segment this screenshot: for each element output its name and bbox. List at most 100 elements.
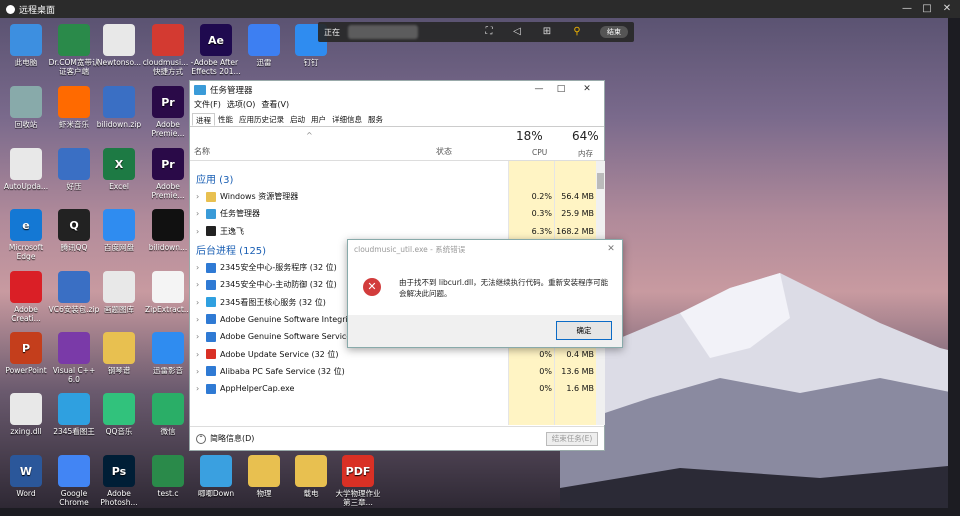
desktop-icon-label: Newtonso...: [96, 58, 142, 67]
file-icon: [10, 148, 42, 180]
process-memory: 1.6 MB: [566, 384, 594, 394]
taskmgr-maximize-button[interactable]: □: [554, 84, 568, 96]
desktop-icon[interactable]: 迅雷: [238, 24, 290, 84]
close-button[interactable]: ✕: [940, 2, 954, 16]
file-icon: [103, 24, 135, 56]
desktop-icon[interactable]: 此电脑: [0, 24, 52, 84]
end-session-button[interactable]: 结束: [600, 26, 628, 38]
process-cpu: 0%: [539, 349, 552, 359]
end-task-button[interactable]: 结束任务(E): [546, 432, 598, 446]
expand-chevron-icon[interactable]: ›: [196, 209, 206, 218]
file-icon: [103, 271, 135, 303]
desktop-icon[interactable]: Pr Adobe Premie...: [142, 86, 194, 146]
desktop-icon-label: Adobe After Effects 201...: [191, 58, 241, 76]
desktop-icon[interactable]: 唧唧Down: [190, 455, 242, 515]
desktop-icon[interactable]: Adobe Creati...: [0, 271, 52, 331]
column-name[interactable]: 名称: [194, 146, 210, 157]
process-row[interactable]: › 任务管理器 0.3% 25.9 MB: [190, 205, 596, 222]
process-cpu: 6.3%: [531, 226, 552, 236]
c-file-icon: [152, 455, 184, 487]
desktop-icon[interactable]: zxing.dll: [0, 393, 52, 453]
desktop-icon[interactable]: Newtonso...: [93, 24, 145, 84]
desktop-icon[interactable]: Ae Adobe After Effects 201...: [190, 24, 242, 84]
column-cpu[interactable]: CPU: [532, 148, 547, 157]
desktop-icon-label: Excel: [109, 182, 129, 191]
menu-view[interactable]: 查看(V): [261, 99, 289, 113]
dialog-close-button[interactable]: ✕: [606, 244, 616, 254]
minimize-button[interactable]: —: [900, 2, 914, 16]
tab-performance[interactable]: 性能: [215, 113, 236, 126]
desktop-icon[interactable]: 迅雷影音: [142, 332, 194, 392]
tab-app-history[interactable]: 应用历史记录: [236, 113, 287, 126]
qq-icon: Q: [58, 209, 90, 241]
desktop-icon[interactable]: Pr Adobe Premie...: [142, 148, 194, 208]
column-status[interactable]: 状态: [436, 146, 452, 157]
expand-chevron-icon[interactable]: ›: [196, 192, 206, 201]
menu-options[interactable]: 选项(O): [227, 99, 256, 113]
screenshot-icon[interactable]: ⊞: [540, 25, 554, 39]
dialog-footer: 确定: [348, 315, 622, 347]
taskmgr-minimize-button[interactable]: —: [532, 84, 546, 96]
expand-chevron-icon[interactable]: ›: [196, 298, 206, 307]
desktop-icon[interactable]: 物理: [238, 455, 290, 515]
desktop-icon-label: AutoUpda...: [3, 182, 49, 191]
fullscreen-icon[interactable]: ⛶: [482, 25, 496, 39]
process-cpu: 0%: [539, 384, 552, 394]
desktop-icon[interactable]: Ps Adobe Photosh...: [93, 455, 145, 515]
process-row[interactable]: › Alibaba PC Safe Service (32 位) 0% 13.6 MB: [190, 363, 596, 380]
process-row[interactable]: › 王逸飞 6.3% 168.2 MB: [190, 223, 596, 240]
desktop-icon[interactable]: QQ音乐: [93, 393, 145, 453]
desktop-icon[interactable]: 画题图库: [93, 271, 145, 331]
collapse-icon[interactable]: ⌃: [196, 433, 206, 444]
desktop-icon[interactable]: W Word: [0, 455, 52, 515]
creative-cloud-icon: [10, 271, 42, 303]
desktop-icon[interactable]: AutoUpda...: [0, 148, 52, 208]
expand-chevron-icon[interactable]: ›: [196, 315, 206, 324]
expand-chevron-icon[interactable]: ›: [196, 332, 206, 341]
process-icon: [206, 349, 216, 360]
expand-chevron-icon[interactable]: ›: [196, 350, 206, 359]
ok-button[interactable]: 确定: [556, 321, 612, 340]
desktop-icon[interactable]: bilidown...: [142, 209, 194, 269]
expand-chevron-icon[interactable]: ›: [196, 367, 206, 376]
group-apps: 应用 (3): [196, 175, 234, 186]
desktop-icon[interactable]: test.c: [142, 455, 194, 515]
scrollbar-thumb[interactable]: [597, 173, 604, 189]
desktop-icon[interactable]: X Excel: [93, 148, 145, 208]
kantu-icon: [58, 393, 90, 425]
process-row[interactable]: › Windows 资源管理器 0.2% 56.4 MB: [190, 188, 596, 205]
maximize-button[interactable]: □: [920, 2, 934, 16]
desktop-icon[interactable]: PDF 大学物理作业第三章...: [332, 455, 384, 515]
tab-users[interactable]: 用户: [308, 113, 329, 126]
drcom-icon: [58, 24, 90, 56]
fewer-details-link[interactable]: 简略信息(D): [210, 433, 254, 444]
pin-icon[interactable]: ⚲: [570, 25, 584, 39]
expand-chevron-icon[interactable]: ›: [196, 227, 206, 236]
desktop-icon[interactable]: ZipExtract...: [142, 271, 194, 331]
expand-chevron-icon[interactable]: ›: [196, 280, 206, 289]
tab-startup[interactable]: 启动: [287, 113, 308, 126]
desktop-icon[interactable]: 百度网盘: [93, 209, 145, 269]
volume-icon[interactable]: ◁: [510, 25, 524, 39]
computer-icon: [10, 24, 42, 56]
remote-desktop-icon: [6, 4, 15, 14]
desktop-icon[interactable]: 回收站: [0, 86, 52, 146]
tab-details[interactable]: 详细信息: [329, 113, 365, 126]
menu-file[interactable]: 文件(F): [194, 99, 221, 113]
expand-chevron-icon[interactable]: ›: [196, 263, 206, 272]
zip-icon: [58, 271, 90, 303]
chrome-icon: [58, 455, 90, 487]
tab-processes[interactable]: 进程: [192, 113, 215, 126]
taskmgr-close-button[interactable]: ✕: [580, 84, 594, 96]
process-row[interactable]: › AppHelperCap.exe 0% 1.6 MB: [190, 380, 596, 397]
desktop-icon[interactable]: cloudmusi... - 快捷方式: [142, 24, 194, 84]
expand-chevron-icon[interactable]: ›: [196, 384, 206, 393]
tab-services[interactable]: 服务: [365, 113, 386, 126]
desktop-icon[interactable]: bilidown.zip: [93, 86, 145, 146]
desktop-icon[interactable]: e Microsoft Edge: [0, 209, 52, 269]
desktop-icon[interactable]: 载电: [285, 455, 337, 515]
desktop-icon[interactable]: P PowerPoint: [0, 332, 52, 392]
desktop-icon[interactable]: 微信: [142, 393, 194, 453]
desktop-icon[interactable]: 钢琴谱: [93, 332, 145, 392]
column-memory[interactable]: 内存: [578, 148, 593, 159]
